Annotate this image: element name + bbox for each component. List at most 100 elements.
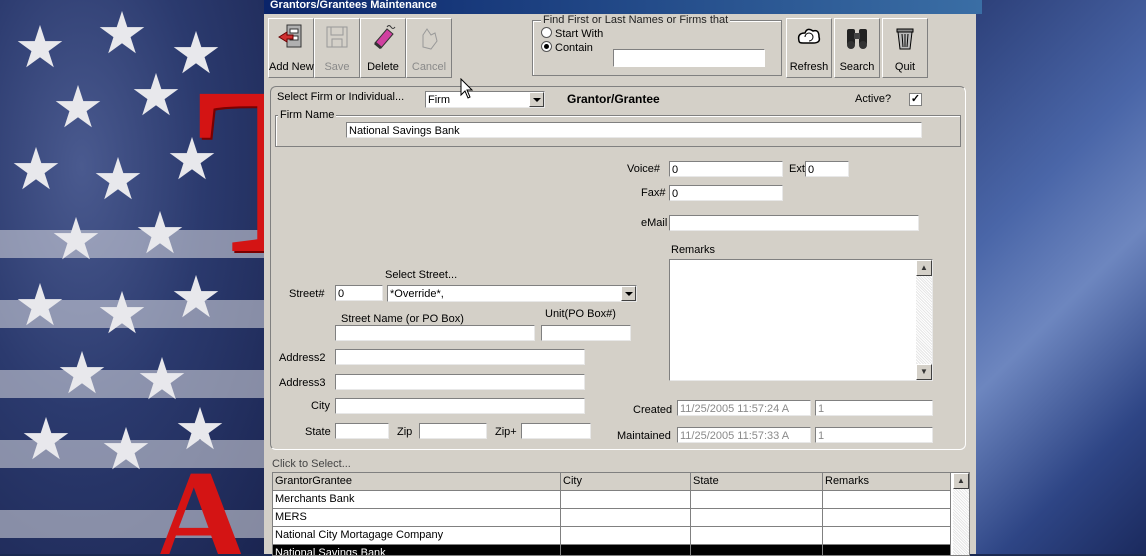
street-number-label: Street# [289, 288, 325, 300]
quit-button[interactable]: Quit [882, 18, 928, 78]
star-icon: ★ [14, 13, 66, 81]
star-icon: ★ [20, 405, 72, 473]
street-select-value: *Override*, [390, 288, 444, 300]
cancel-label: Cancel [411, 61, 447, 73]
search-button[interactable]: Search [834, 18, 880, 78]
cell-grantor: National Savings Bank [273, 545, 561, 555]
city-label: City [311, 400, 330, 412]
chevron-down-icon[interactable] [529, 92, 544, 107]
column-header[interactable]: Remarks [823, 473, 951, 490]
table-row[interactable]: National City Mortagage Company [273, 527, 951, 545]
star-icon: ★ [100, 415, 152, 483]
state-field[interactable] [335, 423, 389, 439]
street-name-field[interactable] [335, 325, 535, 341]
zip-field[interactable] [419, 423, 487, 439]
zip-plus-field[interactable] [521, 423, 591, 439]
fax-label: Fax# [641, 187, 666, 199]
save-disk-icon [326, 26, 348, 48]
grid-scrollbar[interactable]: ▲ [953, 473, 969, 555]
zip-plus-label: Zip+ [495, 426, 517, 438]
cell-city [561, 527, 691, 544]
radio-dot [541, 27, 552, 38]
cancel-button[interactable]: Cancel [406, 18, 452, 78]
grantor-grid[interactable]: GrantorGrantee City State Remarks Mercha… [272, 472, 970, 556]
table-row-selected[interactable]: National Savings Bank [273, 545, 951, 555]
street-name-label: Street Name (or PO Box) [341, 313, 464, 325]
star-icon: ★ [130, 61, 182, 129]
scroll-down-icon[interactable]: ▼ [916, 364, 932, 380]
toolbar: Add New Save Delete Cancel Find First or… [268, 14, 972, 78]
maintained-label: Maintained [617, 430, 671, 442]
firm-name-label: Firm Name [278, 109, 337, 121]
grantor-form-panel: Select Firm or Individual... Firm Granto… [270, 86, 966, 450]
cancel-hand-icon [422, 28, 438, 50]
remarks-text [670, 260, 674, 276]
zip-label: Zip [397, 426, 413, 438]
column-header[interactable]: GrantorGrantee [273, 473, 561, 490]
created-date-field: 11/25/2005 11:57:24 A [677, 400, 811, 416]
created-label: Created [633, 404, 673, 416]
remarks-scrollbar[interactable]: ▲ ▼ [916, 260, 932, 380]
created-by-field: 1 [815, 400, 933, 416]
cell-state [691, 509, 823, 526]
start-with-radio[interactable]: Start With [541, 27, 603, 40]
cell-grantor: MERS [273, 509, 561, 526]
scroll-up-icon[interactable]: ▲ [953, 473, 969, 489]
cell-remarks [823, 509, 951, 526]
find-input[interactable] [613, 49, 765, 67]
fax-field[interactable]: 0 [669, 185, 783, 201]
address3-label: Address3 [279, 377, 326, 389]
background-flag-image: ★ ★ ★ ★ ★ ★ ★ ★ ★ ★ ★ ★ ★ ★ ★ ★ ★ ★ T A [0, 0, 272, 554]
table-row[interactable]: MERS [273, 509, 951, 527]
delete-button[interactable]: Delete [360, 18, 406, 78]
unit-label: Unit(PO Box#) [545, 308, 616, 320]
delete-label: Delete [367, 61, 399, 73]
background-letter-t: T [196, 50, 272, 290]
email-label: eMail [641, 217, 668, 229]
firm-individual-value: Firm [428, 94, 450, 106]
radio-dot-selected [541, 41, 552, 52]
cell-state [691, 545, 823, 555]
cell-remarks [823, 527, 951, 544]
cell-state [691, 527, 823, 544]
star-icon: ★ [56, 339, 108, 407]
firm-name-field[interactable]: National Savings Bank [346, 122, 922, 138]
street-number-field[interactable]: 0 [335, 285, 383, 301]
cell-city [561, 509, 691, 526]
ext-field[interactable]: 0 [805, 161, 849, 177]
column-header[interactable]: State [691, 473, 823, 490]
active-label: Active? [855, 93, 892, 105]
save-button[interactable]: Save [314, 18, 360, 78]
refresh-button[interactable]: Refresh [786, 18, 832, 78]
select-type-label: Select Firm or Individual... [277, 91, 405, 103]
chevron-down-icon[interactable] [621, 286, 636, 301]
star-icon: ★ [96, 279, 148, 347]
select-street-label: Select Street... [385, 269, 458, 281]
unit-field[interactable] [541, 325, 631, 341]
contain-radio[interactable]: Contain [541, 41, 593, 54]
state-label: State [305, 426, 331, 438]
email-field[interactable] [669, 215, 919, 231]
quit-label: Quit [894, 61, 916, 73]
grid-caption: Click to Select... [272, 458, 351, 470]
find-group: Find First or Last Names or Firms that S… [532, 14, 782, 76]
street-select[interactable]: *Override*, [387, 285, 637, 302]
scroll-up-icon[interactable]: ▲ [916, 260, 932, 276]
refresh-cloud-icon [797, 28, 821, 44]
address2-field[interactable] [335, 349, 585, 365]
remarks-textarea[interactable]: ▲ ▼ [669, 259, 933, 381]
address3-field[interactable] [335, 374, 585, 390]
table-row[interactable]: Merchants Bank [273, 491, 951, 509]
firm-individual-select[interactable]: Firm [425, 91, 545, 108]
maintained-by-field: 1 [815, 427, 933, 443]
refresh-label: Refresh [789, 61, 829, 73]
add-record-icon [278, 24, 302, 48]
column-header[interactable]: City [561, 473, 691, 490]
voice-field[interactable]: 0 [669, 161, 783, 177]
active-checkbox[interactable]: ✓ [909, 93, 922, 106]
city-field[interactable] [335, 398, 585, 414]
add-new-button[interactable]: Add New [268, 18, 314, 78]
star-icon: ★ [50, 205, 102, 273]
trash-can-icon [896, 28, 914, 50]
ext-label: Ext [789, 163, 805, 175]
